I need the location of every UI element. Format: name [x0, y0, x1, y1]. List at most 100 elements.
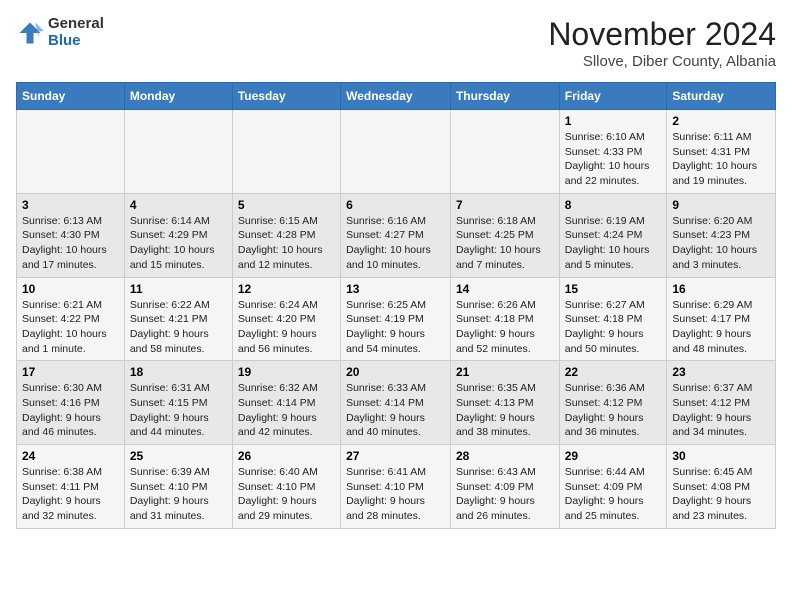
calendar-cell: 6 Sunrise: 6:16 AMSunset: 4:27 PMDaylight… — [341, 193, 451, 277]
day-info: Sunrise: 6:20 AMSunset: 4:23 PMDaylight:… — [672, 214, 770, 273]
weekday-header-sunday: Sunday — [17, 83, 125, 110]
calendar-cell — [124, 110, 232, 194]
calendar-week-row: 24 Sunrise: 6:38 AMSunset: 4:11 PMDayligh… — [17, 445, 776, 529]
calendar-cell: 17Sunrise: 6:30 AMSunset: 4:16 PMDayligh… — [17, 361, 125, 445]
day-number: 21 — [456, 365, 554, 379]
day-info: Sunrise: 6:43 AMSunset: 4:09 PMDaylight:… — [456, 465, 554, 524]
calendar-cell: 9 Sunrise: 6:20 AMSunset: 4:23 PMDaylight… — [667, 193, 776, 277]
day-info: Sunrise: 6:45 AMSunset: 4:08 PMDaylight:… — [672, 465, 770, 524]
calendar-cell: 30 Sunrise: 6:45 AMSunset: 4:08 PMDayligh… — [667, 445, 776, 529]
logo-icon — [16, 19, 44, 47]
calendar-week-row: 1Sunrise: 6:10 AMSunset: 4:33 PMDaylight… — [17, 110, 776, 194]
calendar-cell: 28 Sunrise: 6:43 AMSunset: 4:09 PMDayligh… — [450, 445, 559, 529]
logo: General Blue — [16, 16, 104, 49]
calendar-cell: 22Sunrise: 6:36 AMSunset: 4:12 PMDayligh… — [559, 361, 667, 445]
day-number: 14 — [456, 282, 554, 296]
weekday-header-wednesday: Wednesday — [341, 83, 451, 110]
calendar-cell: 26Sunrise: 6:40 AMSunset: 4:10 PMDayligh… — [232, 445, 340, 529]
day-info: Sunrise: 6:16 AMSunset: 4:27 PMDaylight:… — [346, 214, 445, 273]
month-title: November 2024 — [548, 16, 776, 53]
logo-general-text: General — [48, 16, 104, 33]
weekday-header-tuesday: Tuesday — [232, 83, 340, 110]
day-info: Sunrise: 6:31 AMSunset: 4:15 PMDaylight:… — [130, 381, 227, 440]
weekday-header-row: SundayMondayTuesdayWednesdayThursdayFrid… — [17, 83, 776, 110]
day-number: 30 — [672, 449, 770, 463]
day-info: Sunrise: 6:39 AMSunset: 4:10 PMDaylight:… — [130, 465, 227, 524]
day-info: Sunrise: 6:32 AMSunset: 4:14 PMDaylight:… — [238, 381, 335, 440]
day-number: 6 — [346, 198, 445, 212]
calendar-cell: 7 Sunrise: 6:18 AMSunset: 4:25 PMDaylight… — [450, 193, 559, 277]
day-info: Sunrise: 6:22 AMSunset: 4:21 PMDaylight:… — [130, 298, 227, 357]
day-number: 4 — [130, 198, 227, 212]
calendar-cell: 5Sunrise: 6:15 AMSunset: 4:28 PMDaylight… — [232, 193, 340, 277]
day-number: 16 — [672, 282, 770, 296]
day-info: Sunrise: 6:25 AMSunset: 4:19 PMDaylight:… — [346, 298, 445, 357]
calendar-cell: 11 Sunrise: 6:22 AMSunset: 4:21 PMDayligh… — [124, 277, 232, 361]
day-info: Sunrise: 6:33 AMSunset: 4:14 PMDaylight:… — [346, 381, 445, 440]
calendar-cell: 15 Sunrise: 6:27 AMSunset: 4:18 PMDayligh… — [559, 277, 667, 361]
day-number: 1 — [565, 114, 662, 128]
calendar-cell: 16Sunrise: 6:29 AMSunset: 4:17 PMDayligh… — [667, 277, 776, 361]
calendar-cell: 1Sunrise: 6:10 AMSunset: 4:33 PMDaylight… — [559, 110, 667, 194]
calendar-cell — [17, 110, 125, 194]
calendar-cell — [341, 110, 451, 194]
day-info: Sunrise: 6:18 AMSunset: 4:25 PMDaylight:… — [456, 214, 554, 273]
day-info: Sunrise: 6:21 AMSunset: 4:22 PMDaylight:… — [22, 298, 119, 357]
day-number: 27 — [346, 449, 445, 463]
day-number: 29 — [565, 449, 662, 463]
calendar-table: SundayMondayTuesdayWednesdayThursdayFrid… — [16, 82, 776, 529]
day-number: 20 — [346, 365, 445, 379]
day-info: Sunrise: 6:19 AMSunset: 4:24 PMDaylight:… — [565, 214, 662, 273]
day-info: Sunrise: 6:44 AMSunset: 4:09 PMDaylight:… — [565, 465, 662, 524]
day-info: Sunrise: 6:37 AMSunset: 4:12 PMDaylight:… — [672, 381, 770, 440]
calendar-cell: 27 Sunrise: 6:41 AMSunset: 4:10 PMDayligh… — [341, 445, 451, 529]
calendar-cell: 14 Sunrise: 6:26 AMSunset: 4:18 PMDayligh… — [450, 277, 559, 361]
calendar-week-row: 10Sunrise: 6:21 AMSunset: 4:22 PMDayligh… — [17, 277, 776, 361]
day-info: Sunrise: 6:15 AMSunset: 4:28 PMDaylight:… — [238, 214, 335, 273]
day-number: 15 — [565, 282, 662, 296]
day-number: 24 — [22, 449, 119, 463]
calendar-cell — [450, 110, 559, 194]
day-info: Sunrise: 6:38 AMSunset: 4:11 PMDaylight:… — [22, 465, 119, 524]
calendar-cell: 23 Sunrise: 6:37 AMSunset: 4:12 PMDayligh… — [667, 361, 776, 445]
day-number: 28 — [456, 449, 554, 463]
day-number: 19 — [238, 365, 335, 379]
weekday-header-friday: Friday — [559, 83, 667, 110]
day-info: Sunrise: 6:26 AMSunset: 4:18 PMDaylight:… — [456, 298, 554, 357]
calendar-cell: 13 Sunrise: 6:25 AMSunset: 4:19 PMDayligh… — [341, 277, 451, 361]
weekday-header-saturday: Saturday — [667, 83, 776, 110]
day-number: 3 — [22, 198, 119, 212]
day-info: Sunrise: 6:13 AMSunset: 4:30 PMDaylight:… — [22, 214, 119, 273]
weekday-header-thursday: Thursday — [450, 83, 559, 110]
title-block: November 2024 Sllove, Diber County, Alba… — [548, 16, 776, 70]
calendar-cell: 12Sunrise: 6:24 AMSunset: 4:20 PMDayligh… — [232, 277, 340, 361]
calendar-cell: 20 Sunrise: 6:33 AMSunset: 4:14 PMDayligh… — [341, 361, 451, 445]
logo-blue-text: Blue — [48, 33, 104, 50]
calendar-cell: 24 Sunrise: 6:38 AMSunset: 4:11 PMDayligh… — [17, 445, 125, 529]
day-info: Sunrise: 6:27 AMSunset: 4:18 PMDaylight:… — [565, 298, 662, 357]
day-info: Sunrise: 6:11 AMSunset: 4:31 PMDaylight:… — [672, 130, 770, 189]
calendar-cell: 8Sunrise: 6:19 AMSunset: 4:24 PMDaylight… — [559, 193, 667, 277]
day-info: Sunrise: 6:35 AMSunset: 4:13 PMDaylight:… — [456, 381, 554, 440]
day-info: Sunrise: 6:30 AMSunset: 4:16 PMDaylight:… — [22, 381, 119, 440]
calendar-cell — [232, 110, 340, 194]
day-number: 23 — [672, 365, 770, 379]
day-number: 2 — [672, 114, 770, 128]
day-number: 25 — [130, 449, 227, 463]
day-info: Sunrise: 6:41 AMSunset: 4:10 PMDaylight:… — [346, 465, 445, 524]
header: General Blue November 2024 Sllove, Diber… — [16, 16, 776, 70]
day-info: Sunrise: 6:14 AMSunset: 4:29 PMDaylight:… — [130, 214, 227, 273]
calendar-cell: 10Sunrise: 6:21 AMSunset: 4:22 PMDayligh… — [17, 277, 125, 361]
calendar-cell: 2 Sunrise: 6:11 AMSunset: 4:31 PMDaylight… — [667, 110, 776, 194]
calendar-cell: 3 Sunrise: 6:13 AMSunset: 4:30 PMDaylight… — [17, 193, 125, 277]
day-number: 9 — [672, 198, 770, 212]
day-number: 11 — [130, 282, 227, 296]
day-number: 13 — [346, 282, 445, 296]
calendar-week-row: 3 Sunrise: 6:13 AMSunset: 4:30 PMDaylight… — [17, 193, 776, 277]
weekday-header-monday: Monday — [124, 83, 232, 110]
location-title: Sllove, Diber County, Albania — [548, 53, 776, 70]
day-info: Sunrise: 6:36 AMSunset: 4:12 PMDaylight:… — [565, 381, 662, 440]
calendar-cell: 25 Sunrise: 6:39 AMSunset: 4:10 PMDayligh… — [124, 445, 232, 529]
calendar-cell: 4 Sunrise: 6:14 AMSunset: 4:29 PMDaylight… — [124, 193, 232, 277]
day-number: 7 — [456, 198, 554, 212]
